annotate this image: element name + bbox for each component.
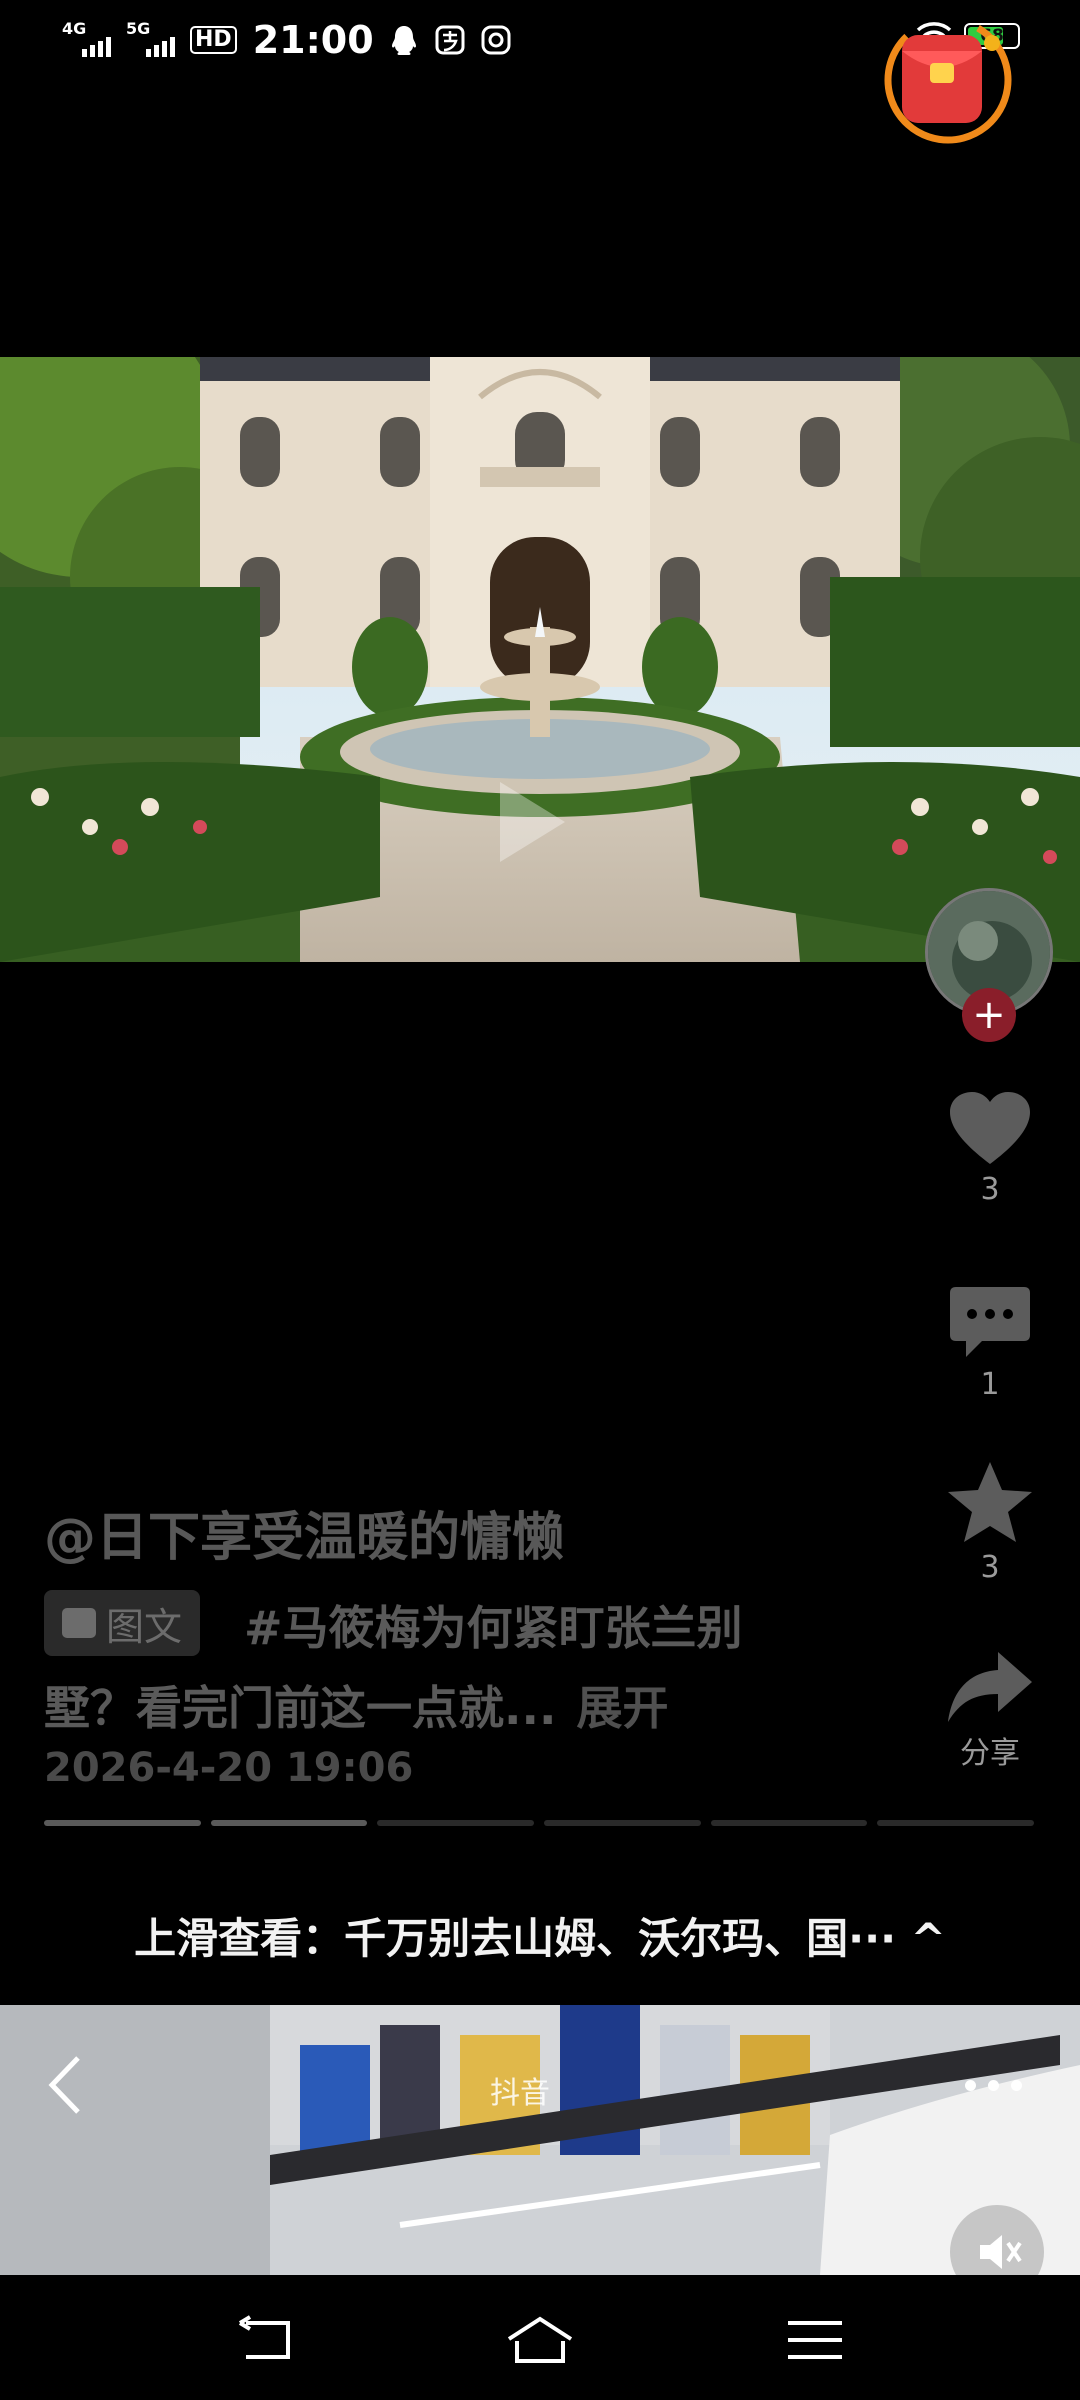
post-type-badge: 图文 — [44, 1590, 201, 1656]
favorite-button[interactable]: 3 — [940, 1460, 1040, 1585]
red-packet-widget[interactable] — [880, 5, 1020, 155]
slide-indicator — [210, 1820, 368, 1826]
like-button[interactable]: 3 — [940, 1090, 1040, 1207]
more-icon — [965, 2079, 976, 2091]
slide-progress — [44, 1820, 1035, 1826]
comment-button[interactable]: 1 — [940, 1285, 1040, 1402]
alipay-icon — [434, 24, 466, 56]
like-count: 3 — [980, 1172, 1000, 1207]
description-line-1[interactable]: #马筱梅为何紧盯张兰别 — [244, 1592, 743, 1658]
comment-count: 1 — [980, 1367, 1000, 1402]
qq-icon — [388, 24, 420, 56]
app-icon — [480, 24, 512, 56]
follow-button[interactable]: + — [962, 988, 1016, 1042]
network-label-2: 5G — [126, 19, 151, 38]
post-image[interactable] — [0, 357, 1080, 962]
slide-indicator — [44, 1820, 201, 1826]
signal-icon: 4G — [62, 19, 112, 61]
nav-home-icon — [507, 2316, 573, 2363]
nav-back-icon — [238, 2315, 290, 2359]
slide-indicator — [544, 1820, 701, 1826]
back-icon — [48, 2056, 80, 2114]
nav-back-button[interactable] — [232, 2315, 302, 2365]
share-button[interactable]: 分享 — [940, 1650, 1040, 1772]
expand-button[interactable]: 展开 — [576, 1681, 668, 1735]
nav-menu-icon — [788, 2321, 842, 2359]
heart-icon — [950, 1092, 1030, 1164]
signal-icon: 5G — [126, 19, 176, 61]
swipe-up-hint[interactable]: 上滑查看：千万别去山姆、沃尔玛、国··· ^ — [0, 1905, 1080, 1966]
share-icon — [948, 1652, 1032, 1722]
author-name[interactable]: @日下享受温暖的慵懒 — [44, 1495, 564, 1570]
slide-indicator — [877, 1820, 1035, 1826]
comment-icon — [950, 1287, 1030, 1357]
network-label-1: 4G — [62, 19, 87, 38]
system-nav-bar — [0, 2275, 1080, 2400]
back-button[interactable] — [40, 2050, 90, 2120]
nav-menu-button[interactable] — [780, 2315, 850, 2365]
star-icon — [948, 1462, 1032, 1542]
post-datetime: 2026-4-20 19:06 — [44, 1745, 414, 1791]
more-button[interactable] — [965, 2070, 1045, 2100]
clock: 21:00 — [252, 18, 374, 62]
nav-home-button[interactable] — [505, 2315, 575, 2365]
description-line-2[interactable]: 墅？看完门前这一点就... 展开 — [44, 1672, 668, 1738]
share-label: 分享 — [960, 1736, 1020, 1771]
hd-icon: HD — [190, 26, 237, 54]
post-type-label: 图文 — [106, 1604, 183, 1649]
image-text-icon — [62, 1608, 96, 1638]
douyin-watermark: 抖音 — [490, 2076, 550, 2111]
slide-indicator — [377, 1820, 535, 1826]
slide-indicator — [710, 1820, 868, 1826]
description-text: 墅？看完门前这一点就... — [44, 1681, 557, 1735]
favorite-count: 3 — [980, 1550, 1000, 1585]
next-video-preview[interactable] — [0, 2005, 1080, 2275]
